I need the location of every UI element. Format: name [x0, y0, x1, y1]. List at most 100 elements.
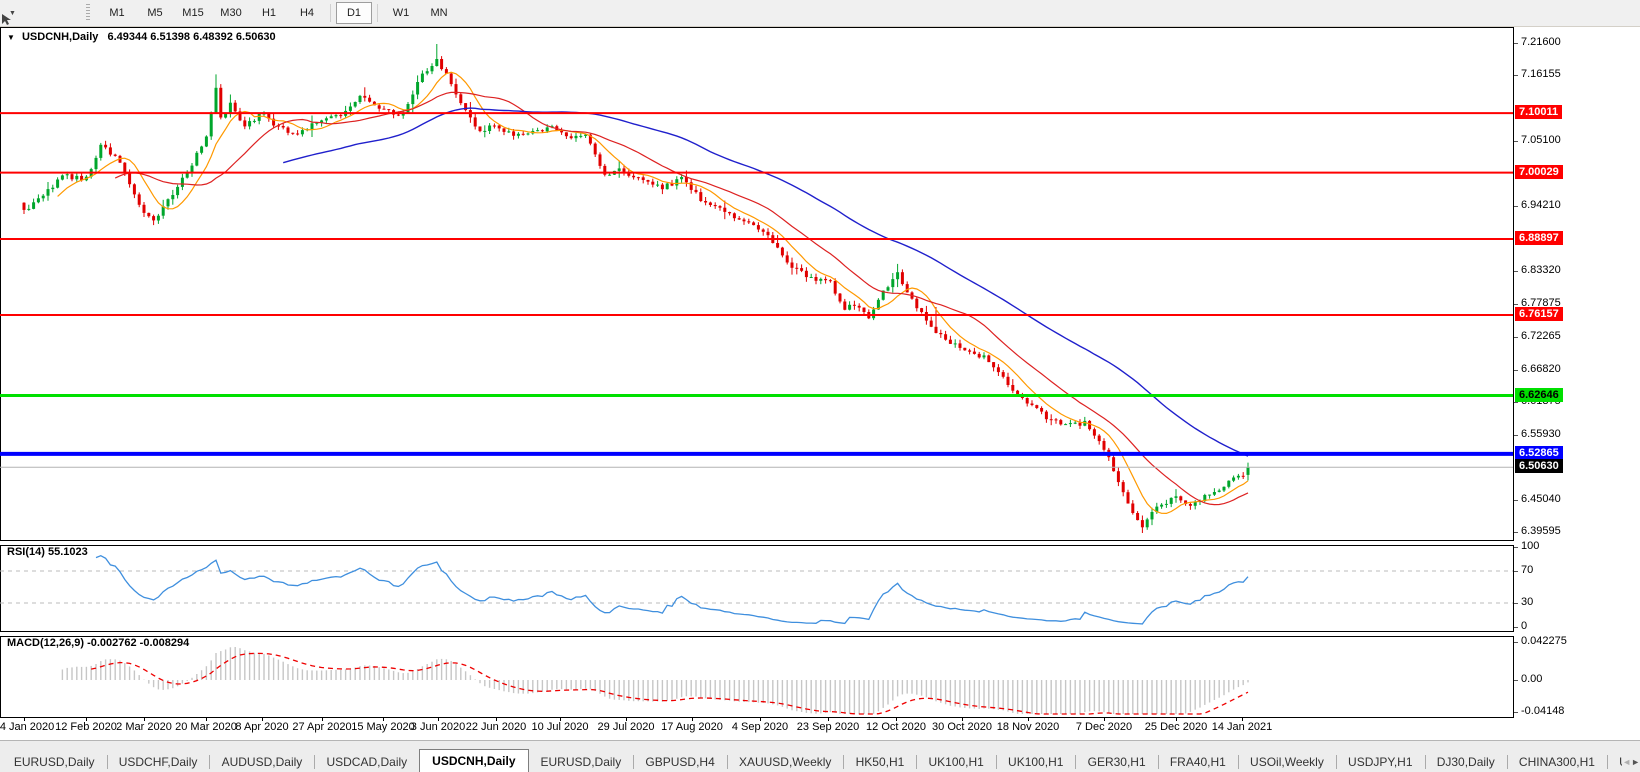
date-axis-label: 12 Oct 2020: [866, 721, 926, 733]
rsi-label: RSI(14) 55.1023: [7, 546, 88, 558]
date-axis-label: 23 Sep 2020: [797, 721, 859, 733]
price-axis-label: 6.39595: [1514, 525, 1561, 537]
price-axis-label: 6.72265: [1514, 330, 1561, 342]
macd-label: MACD(12,26,9) -0.002762 -0.008294: [7, 637, 189, 649]
macd-axis-label: 0.00: [1514, 673, 1542, 685]
timeframe-button-d1[interactable]: D1: [336, 2, 372, 24]
price-chart-canvas[interactable]: [0, 28, 1513, 540]
date-axis-tick: [383, 718, 384, 721]
chart-tab-usoil-weekly[interactable]: USOil,Weekly: [1238, 752, 1336, 772]
macd-axis-label: 0.042275: [1514, 635, 1567, 647]
date-axis-tick: [828, 718, 829, 721]
collapse-arrow-icon[interactable]: ▼: [7, 33, 15, 42]
rsi-chart-canvas[interactable]: [0, 543, 1513, 631]
date-axis-tick: [962, 718, 963, 721]
price-axis-label: 6.45040: [1514, 493, 1561, 505]
date-axis-line: [0, 717, 1640, 718]
timeframe-buttons: M1M5M15M30H1H4 D1 W1MN: [98, 2, 458, 24]
date-axis-tick: [1176, 718, 1177, 721]
chart-title: ▼ USDCNH,Daily 6.49344 6.51398 6.48392 6…: [7, 31, 276, 43]
date-axis-label: 29 Jul 2020: [598, 721, 655, 733]
chart-tab-uk100-h1[interactable]: UK100,H1: [916, 752, 995, 772]
macd-axis-label: -0.04148: [1514, 705, 1564, 717]
chart-tab-uk100-h1[interactable]: UK100,H1: [996, 752, 1075, 772]
chart-tab-dj30-daily[interactable]: DJ30,Daily: [1425, 752, 1507, 772]
cursor-tool-button[interactable]: ▼: [6, 10, 46, 17]
chart-tab-eurusd-daily[interactable]: EURUSD,Daily: [2, 752, 107, 772]
current-price-label: 6.50630: [1515, 459, 1563, 473]
chart-tab-hk50-h1[interactable]: HK50,H1: [844, 752, 917, 772]
timeframe-button-h1[interactable]: H1: [251, 2, 287, 24]
chart-tab-ger30-h1[interactable]: GER30,H1: [1076, 752, 1158, 772]
chart-tab-audusd-daily[interactable]: AUDUSD,Daily: [210, 752, 315, 772]
date-axis-tick: [560, 718, 561, 721]
tab-scroll-right-button[interactable]: ►: [1631, 753, 1640, 771]
tab-scroll-left-button[interactable]: ◄: [1622, 753, 1631, 771]
chart-tab-bar: EURUSD,DailyUSDCHF,DailyAUDUSD,DailyUSDC…: [0, 740, 1640, 772]
timeframe-button-mn[interactable]: MN: [421, 2, 457, 24]
mt4-terminal: ▼ M1M5M15M30H1H4 D1 W1MN ▼ USDCNH,Daily 6.…: [0, 0, 1640, 772]
timeframe-toolbar: ▼ M1M5M15M30H1H4 D1 W1MN: [0, 0, 1640, 27]
price-axis-label: 7.21600: [1514, 36, 1561, 48]
chart-tab-eurusd-daily[interactable]: EURUSD,Daily: [529, 752, 634, 772]
toolbar-drag-handle[interactable]: [86, 4, 90, 22]
price-axis-label: 7.16155: [1514, 68, 1561, 80]
date-axis-label: 15 May 2020: [351, 721, 415, 733]
price-axis[interactable]: 7.216007.161557.051006.942106.833206.778…: [1514, 27, 1640, 718]
toolbar-group-separator: [377, 4, 378, 22]
price-axis-label: 6.66820: [1514, 363, 1561, 375]
price-axis-label: 6.83320: [1514, 264, 1561, 276]
date-axis-tick: [1242, 718, 1243, 721]
chart-tab-usdcad-daily[interactable]: USDCAD,Daily: [314, 752, 419, 772]
date-axis-tick: [144, 718, 145, 721]
date-axis-label: 10 Jul 2020: [532, 721, 589, 733]
date-axis-label: 17 Aug 2020: [661, 721, 723, 733]
hline-price-label: 6.76157: [1515, 307, 1563, 321]
chart-tab-gbpusd-h4[interactable]: GBPUSD,H4: [633, 752, 726, 772]
timeframe-button-m15[interactable]: M15: [175, 2, 211, 24]
chart-tab-usdchf-daily[interactable]: USDCHF,Daily: [107, 752, 210, 772]
timeframe-button-m5[interactable]: M5: [137, 2, 173, 24]
price-axis-label: 6.55930: [1514, 428, 1561, 440]
rsi-axis-label: 0: [1514, 620, 1527, 632]
chart-tab-china300-h1[interactable]: CHINA300,H1: [1507, 752, 1607, 772]
date-axis-tick: [438, 718, 439, 721]
price-axis-label: 7.05100: [1514, 134, 1561, 146]
date-axis-label: 22 Jun 2020: [466, 721, 527, 733]
chart-tab-usdjpy-h1[interactable]: USDJPY,H1: [1336, 752, 1424, 772]
chart-tab-usdcnh-daily[interactable]: USDCNH,Daily: [419, 749, 528, 772]
date-axis-label: 7 Dec 2020: [1076, 721, 1132, 733]
date-axis-tick: [1028, 718, 1029, 721]
date-axis-label: 12 Feb 2020: [55, 721, 117, 733]
date-axis-tick: [206, 718, 207, 721]
hline-price-label: 7.10011: [1515, 105, 1562, 119]
rsi-axis-label: 70: [1514, 564, 1533, 576]
date-axis-tick: [496, 718, 497, 721]
timeframe-button-m30[interactable]: M30: [213, 2, 249, 24]
timeframe-button-h4[interactable]: H4: [289, 2, 325, 24]
chart-tab-xauusd-weekly[interactable]: XAUUSD,Weekly: [727, 752, 843, 772]
chart-tab-us[interactable]: US: [1607, 752, 1622, 772]
date-axis-tick: [692, 718, 693, 721]
date-axis-tick: [24, 718, 25, 721]
timeframe-button-m1[interactable]: M1: [99, 2, 135, 24]
hline-price-label: 6.88897: [1515, 231, 1563, 245]
date-axis-label: 18 Nov 2020: [997, 721, 1059, 733]
timeframe-button-w1[interactable]: W1: [383, 2, 419, 24]
rsi-axis-label: 100: [1514, 540, 1539, 552]
chart-tab-fra40-h1[interactable]: FRA40,H1: [1158, 752, 1238, 772]
hline-price-label: 6.52865: [1515, 446, 1563, 460]
date-axis-label: 24 Jan 2020: [0, 721, 54, 733]
toolbar-group-separator: [330, 4, 331, 22]
hline-price-label: 7.00029: [1515, 165, 1563, 179]
macd-chart-canvas[interactable]: [0, 635, 1513, 717]
date-axis-tick: [626, 718, 627, 721]
date-axis-tick: [262, 718, 263, 721]
date-axis-label: 30 Oct 2020: [932, 721, 992, 733]
rsi-axis-label: 30: [1514, 596, 1533, 608]
price-axis-label: 6.94210: [1514, 199, 1561, 211]
date-axis-label: 2 Mar 2020: [116, 721, 172, 733]
date-axis-label: 25 Dec 2020: [1145, 721, 1207, 733]
date-axis-tick: [896, 718, 897, 721]
date-axis-label: 4 Sep 2020: [732, 721, 788, 733]
